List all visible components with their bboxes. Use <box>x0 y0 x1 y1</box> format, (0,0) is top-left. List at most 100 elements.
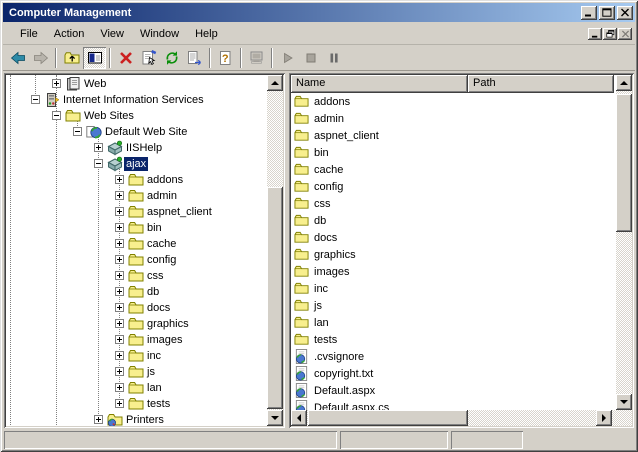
tree-item-docs[interactable]: docs <box>6 300 267 316</box>
tree-item-label[interactable]: lan <box>145 381 164 395</box>
list-scroll-down-button[interactable] <box>616 394 632 410</box>
tree-item-Web[interactable]: Web <box>6 76 267 92</box>
show-hide-console-tree-button[interactable] <box>83 47 106 69</box>
expander-minus-icon[interactable] <box>73 127 82 136</box>
child-minimize-button[interactable] <box>588 28 602 40</box>
expander-plus-icon[interactable] <box>115 399 124 408</box>
expander-minus-icon[interactable] <box>94 159 103 168</box>
tree-item-label[interactable]: aspnet_client <box>145 205 214 219</box>
expander-plus-icon[interactable] <box>115 191 124 200</box>
expander-plus-icon[interactable] <box>115 287 124 296</box>
tree-item-cache[interactable]: cache <box>6 236 267 252</box>
list-item-db[interactable]: db <box>291 212 616 229</box>
list-item-config[interactable]: config <box>291 178 616 195</box>
tree-item-js[interactable]: js <box>6 364 267 380</box>
column-header-name[interactable]: Name <box>291 75 468 93</box>
menu-action[interactable]: Action <box>46 25 93 43</box>
expander-plus-icon[interactable] <box>115 351 124 360</box>
tree-item-admin[interactable]: admin <box>6 188 267 204</box>
list-hscrollbar-thumb[interactable] <box>308 410 468 426</box>
tree-item-label[interactable]: db <box>145 285 161 299</box>
menu-view[interactable]: View <box>92 25 132 43</box>
up-one-level-button[interactable] <box>60 47 83 69</box>
tree-item-label[interactable]: config <box>145 253 178 267</box>
minimize-button[interactable] <box>581 6 597 20</box>
tree-item-css[interactable]: css <box>6 268 267 284</box>
expander-plus-icon[interactable] <box>115 175 124 184</box>
list-item-tests[interactable]: tests <box>291 331 616 348</box>
list-item-Default.aspx.cs[interactable]: Default.aspx.cs <box>291 399 616 410</box>
list-item-.cvsignore[interactable]: .cvsignore <box>291 348 616 365</box>
tree-item-lan[interactable]: lan <box>6 380 267 396</box>
list-item-admin[interactable]: admin <box>291 110 616 127</box>
tree-item-label[interactable]: Web Sites <box>82 109 136 123</box>
tree-item-label[interactable]: css <box>145 269 166 283</box>
tree-item-db[interactable]: db <box>6 284 267 300</box>
list-item-js[interactable]: js <box>291 297 616 314</box>
expander-plus-icon[interactable] <box>115 255 124 264</box>
list-item-cache[interactable]: cache <box>291 161 616 178</box>
list-vscrollbar-thumb[interactable] <box>616 94 632 232</box>
tree-item-label[interactable]: Internet Information Services <box>61 93 206 107</box>
tree-item-tests[interactable]: tests <box>6 396 267 412</box>
tree-item-label[interactable]: tests <box>145 397 172 411</box>
tree-item-Web Sites[interactable]: Web Sites <box>6 108 267 124</box>
refresh-button[interactable] <box>160 47 183 69</box>
expander-plus-icon[interactable] <box>94 415 103 424</box>
tree-scroll-down-button[interactable] <box>267 410 283 426</box>
list-item-addons[interactable]: addons <box>291 93 616 110</box>
tree-item-inc[interactable]: inc <box>6 348 267 364</box>
list-item-copyright.txt[interactable]: copyright.txt <box>291 365 616 382</box>
tree-item-label[interactable]: bin <box>145 221 164 235</box>
close-button[interactable] <box>617 6 633 20</box>
tree-item-bin[interactable]: bin <box>6 220 267 236</box>
export-list-button[interactable] <box>183 47 206 69</box>
tree-item-Internet Information Services[interactable]: Internet Information Services <box>6 92 267 108</box>
properties-button[interactable] <box>137 47 160 69</box>
tree-item-config[interactable]: config <box>6 252 267 268</box>
expander-plus-icon[interactable] <box>94 143 103 152</box>
expander-plus-icon[interactable] <box>115 271 124 280</box>
list-item-graphics[interactable]: graphics <box>291 246 616 263</box>
tree-item-label[interactable]: Printers <box>124 413 166 426</box>
tree-item-label[interactable]: graphics <box>145 317 191 331</box>
list-scroll-right-button[interactable] <box>596 410 612 426</box>
back-button[interactable] <box>6 47 29 69</box>
child-restore-button[interactable] <box>603 28 617 40</box>
expander-plus-icon[interactable] <box>115 223 124 232</box>
list-item-docs[interactable]: docs <box>291 229 616 246</box>
tree-item-label[interactable]: cache <box>145 237 178 251</box>
tree-item-Default Web Site[interactable]: Default Web Site <box>6 124 267 140</box>
tree-item-graphics[interactable]: graphics <box>6 316 267 332</box>
list-scroll-up-button[interactable] <box>616 75 632 91</box>
tree-item-aspnet_client[interactable]: aspnet_client <box>6 204 267 220</box>
list-item-Default.aspx[interactable]: Default.aspx <box>291 382 616 399</box>
tree-item-label[interactable]: IISHelp <box>124 141 164 155</box>
menu-file[interactable]: File <box>12 25 46 43</box>
expander-plus-icon[interactable] <box>115 383 124 392</box>
tree-item-label[interactable]: docs <box>145 301 172 315</box>
tree-item-label[interactable]: admin <box>145 189 179 203</box>
list-item-bin[interactable]: bin <box>291 144 616 161</box>
expander-plus-icon[interactable] <box>115 207 124 216</box>
expander-plus-icon[interactable] <box>52 79 61 88</box>
tree-item-label[interactable]: js <box>145 365 157 379</box>
list-item-inc[interactable]: inc <box>291 280 616 297</box>
tree-item-label[interactable]: Web <box>82 77 108 91</box>
list-item-css[interactable]: css <box>291 195 616 212</box>
tree-scrollbar-thumb[interactable] <box>267 187 283 409</box>
maximize-button[interactable] <box>599 6 615 20</box>
expander-plus-icon[interactable] <box>115 319 124 328</box>
tree-item-addons[interactable]: addons <box>6 172 267 188</box>
expander-plus-icon[interactable] <box>115 303 124 312</box>
tree-item-ajax[interactable]: ajax <box>6 156 267 172</box>
tree-scroll-up-button[interactable] <box>267 75 283 91</box>
list-item-lan[interactable]: lan <box>291 314 616 331</box>
expander-plus-icon[interactable] <box>115 335 124 344</box>
tree-item-label[interactable]: inc <box>145 349 163 363</box>
menu-window[interactable]: Window <box>132 25 187 43</box>
delete-button[interactable] <box>114 47 137 69</box>
tree-item-IISHelp[interactable]: IISHelp <box>6 140 267 156</box>
tree-item-label[interactable]: ajax <box>124 157 148 171</box>
help-button[interactable]: ? <box>214 47 237 69</box>
